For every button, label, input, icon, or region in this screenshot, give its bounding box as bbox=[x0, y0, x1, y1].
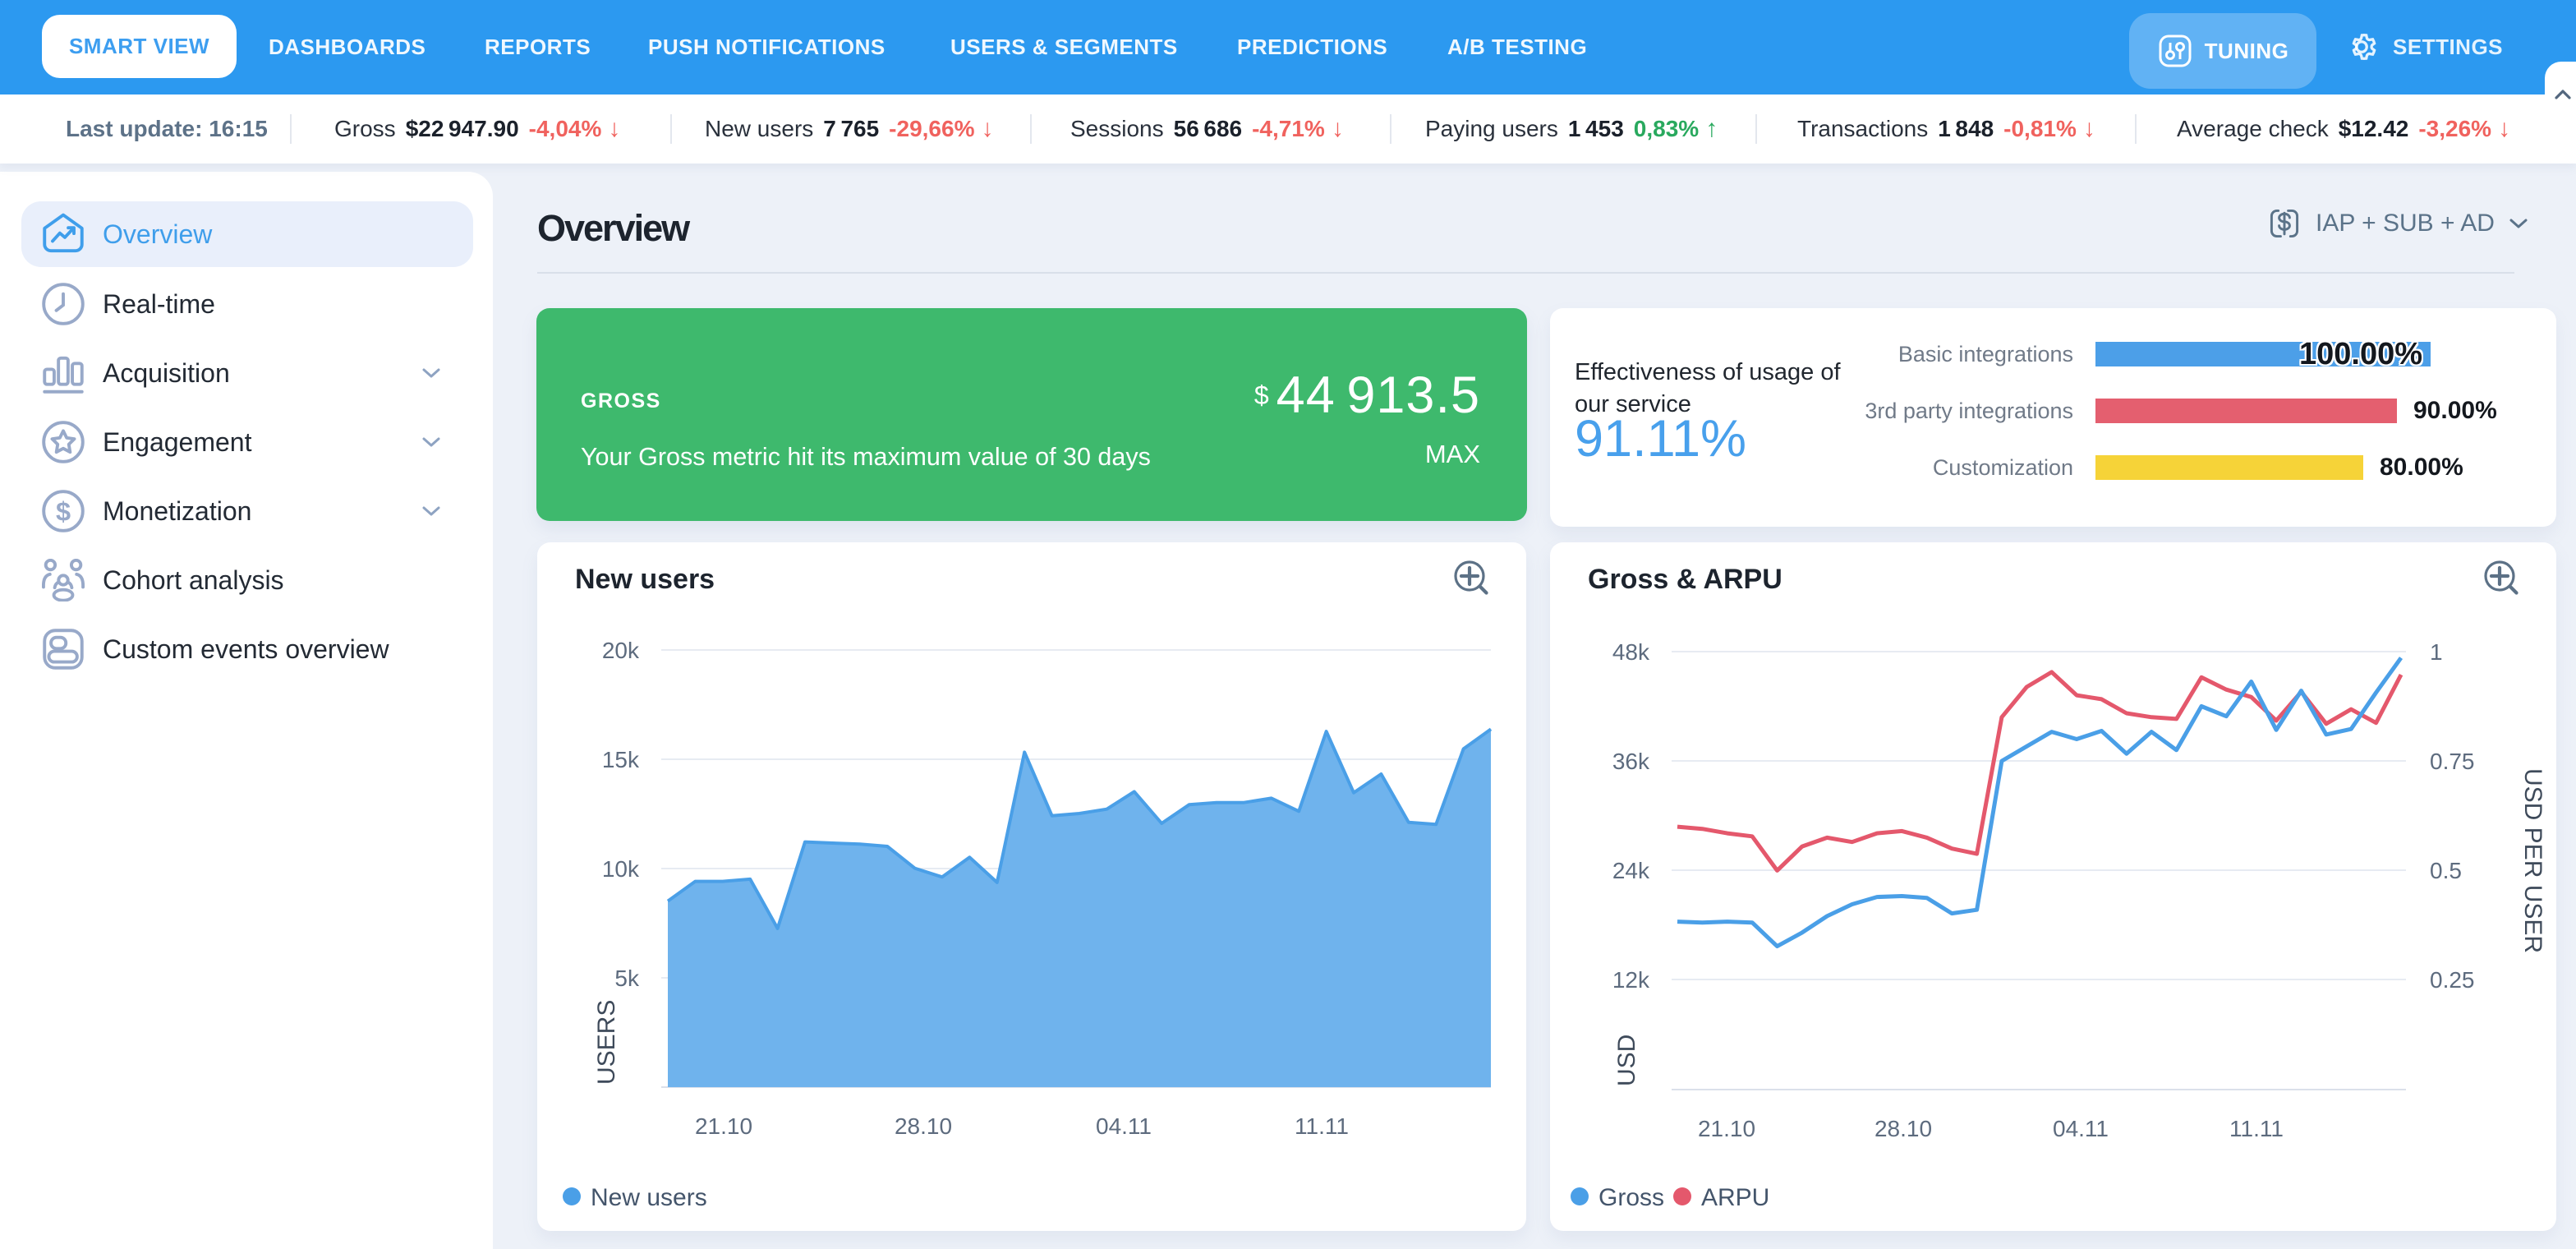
svg-text:New users: New users bbox=[591, 1184, 707, 1211]
svg-text:5k: 5k bbox=[614, 966, 640, 991]
svg-text:10k: 10k bbox=[602, 856, 640, 882]
svg-text:21.10: 21.10 bbox=[1698, 1116, 1755, 1141]
svg-text:0.5: 0.5 bbox=[2430, 858, 2462, 883]
svg-text:$: $ bbox=[56, 497, 71, 527]
svg-text:20k: 20k bbox=[602, 638, 640, 663]
svg-text:48k: 48k bbox=[1612, 639, 1650, 665]
svg-text:24k: 24k bbox=[1612, 858, 1650, 883]
svg-text:04.11: 04.11 bbox=[2053, 1116, 2109, 1141]
svg-text:11.11: 11.11 bbox=[1295, 1113, 1349, 1139]
svg-text:21.10: 21.10 bbox=[695, 1113, 752, 1139]
svg-text:12k: 12k bbox=[1612, 967, 1650, 993]
svg-text:Gross: Gross bbox=[1598, 1184, 1664, 1211]
svg-text:0.25: 0.25 bbox=[2430, 967, 2475, 993]
svg-text:USERS: USERS bbox=[593, 1000, 620, 1085]
svg-text:04.11: 04.11 bbox=[1096, 1113, 1152, 1139]
svg-text:USD: USD bbox=[1613, 1035, 1640, 1086]
svg-text:0.75: 0.75 bbox=[2430, 749, 2475, 774]
svg-text:11.11: 11.11 bbox=[2229, 1116, 2284, 1141]
svg-text:USD PER USER: USD PER USER bbox=[2519, 768, 2546, 953]
svg-text:15k: 15k bbox=[602, 747, 640, 772]
svg-text:28.10: 28.10 bbox=[1874, 1116, 1932, 1141]
svg-text:36k: 36k bbox=[1612, 749, 1650, 774]
svg-text:ARPU: ARPU bbox=[1701, 1184, 1769, 1211]
svg-text:28.10: 28.10 bbox=[895, 1113, 952, 1139]
svg-text:1: 1 bbox=[2430, 639, 2443, 665]
